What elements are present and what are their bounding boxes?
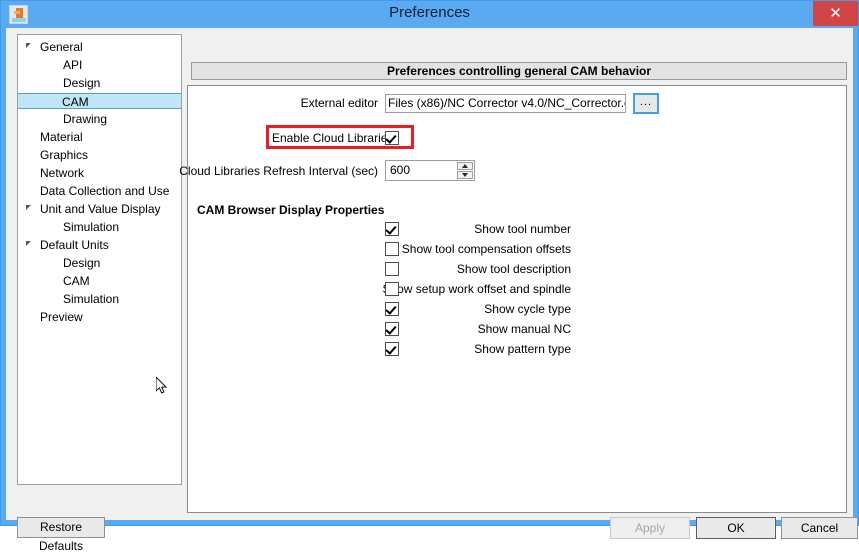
option-row[interactable]: Show pattern type [197, 342, 571, 358]
sidebar-item-label: Graphics [40, 148, 89, 162]
option-checkbox[interactable] [385, 262, 399, 276]
sidebar-item-label: Design [63, 76, 101, 90]
dialog-body: General API Design CAM Drawing Material Graphi… [6, 28, 858, 553]
option-row[interactable]: Show tool number [197, 222, 571, 238]
external-editor-label: External editor [300, 96, 378, 110]
sidebar-item-material[interactable]: Material [18, 129, 181, 145]
restore-defaults-button[interactable]: Restore Defaults [17, 517, 105, 553]
sidebar-item-simulation[interactable]: Simulation [18, 291, 181, 307]
sidebar-item-default-units[interactable]: Default Units [18, 237, 181, 253]
browse-button[interactable]: ... [633, 93, 659, 114]
sidebar-item-unit-and-value-display[interactable]: Unit and Value Display [18, 201, 181, 217]
option-label: Show pattern type [474, 342, 571, 356]
external-editor-row: External editor [197, 94, 378, 114]
sidebar-item-label: CAM [62, 95, 89, 109]
window-title: Preferences [389, 4, 470, 21]
option-label: Show cycle type [484, 302, 571, 316]
sidebar-item-label: Unit and Value Display [40, 202, 161, 216]
option-label: Show setup work offset and spindle [382, 282, 571, 296]
option-checkbox[interactable] [385, 282, 399, 296]
sidebar-item-network[interactable]: Network [18, 165, 181, 181]
option-checkbox[interactable] [385, 342, 399, 356]
option-row[interactable]: Show setup work offset and spindle [197, 282, 571, 298]
option-label: Show tool compensation offsets [401, 242, 571, 256]
sidebar-item-preview[interactable]: Preview [18, 309, 181, 325]
close-icon[interactable]: ✕ [813, 1, 858, 26]
content-header: Preferences controlling general CAM beha… [191, 62, 847, 80]
sidebar-item-label: Simulation [63, 292, 120, 306]
sidebar-item-label: Material [40, 130, 83, 144]
sidebar-item-label: API [63, 58, 83, 72]
option-row[interactable]: Show tool compensation offsets [197, 242, 571, 258]
option-label: Show manual NC [477, 322, 571, 336]
sidebar-item-graphics[interactable]: Graphics [18, 147, 181, 163]
tree-expand-arrow-icon[interactable] [26, 205, 31, 210]
option-row[interactable]: Show tool description [197, 262, 571, 278]
highlight-annotation [266, 125, 414, 149]
tree-expand-arrow-icon[interactable] [26, 241, 31, 246]
sidebar-item-label: Default Units [40, 238, 109, 252]
tree-expand-arrow-icon[interactable] [26, 43, 31, 48]
sidebar-item-label: Design [63, 256, 101, 270]
external-editor-input[interactable]: Files (x86)/NC Corrector v4.0/NC_Correct… [385, 94, 626, 113]
sidebar-item-simulation[interactable]: Simulation [18, 219, 181, 235]
sidebar-item-label: General [40, 40, 83, 54]
option-row[interactable]: Show manual NC [197, 322, 571, 338]
sidebar-item-design[interactable]: Design [18, 255, 181, 271]
ok-button[interactable]: OK [696, 517, 776, 539]
refresh-interval-value: 600 [390, 163, 411, 177]
chevron-down-icon[interactable] [457, 171, 473, 179]
sidebar-item-label: Network [40, 166, 85, 180]
apply-button[interactable]: Apply [610, 517, 690, 539]
sidebar-item-data-collection-and-use[interactable]: Data Collection and Use [18, 183, 181, 199]
chevron-up-icon[interactable] [457, 162, 473, 170]
sidebar-item-api[interactable]: API [18, 57, 181, 73]
preferences-tree[interactable]: General API Design CAM Drawing Material Graphi… [17, 34, 182, 485]
refresh-interval-label: Cloud Libraries Refresh Interval (sec) [179, 164, 378, 178]
sidebar-item-label: Drawing [63, 112, 108, 126]
preferences-window: Preferences ✕ General API Design CAM Drawing… [0, 0, 859, 553]
sidebar-item-design[interactable]: Design [18, 75, 181, 91]
sidebar-item-label: Preview [40, 310, 83, 324]
option-checkbox[interactable] [385, 242, 399, 256]
refresh-interval-stepper[interactable]: 600 [385, 160, 475, 181]
cancel-button[interactable]: Cancel [781, 517, 858, 539]
option-checkbox[interactable] [385, 302, 399, 316]
title-bar: Preferences ✕ [1, 1, 858, 28]
refresh-interval-row: Cloud Libraries Refresh Interval (sec) [179, 162, 378, 182]
content-panel [187, 85, 847, 513]
option-label: Show tool number [474, 222, 571, 236]
sidebar-item-general[interactable]: General [18, 39, 181, 55]
sidebar-item-label: CAM [63, 274, 90, 288]
option-row[interactable]: Show cycle type [197, 302, 571, 318]
option-checkbox[interactable] [385, 222, 399, 236]
sidebar-item-cam[interactable]: CAM [18, 273, 181, 289]
sidebar-item-label: Simulation [63, 220, 120, 234]
sidebar-item-drawing[interactable]: Drawing [18, 111, 181, 127]
option-checkbox[interactable] [385, 322, 399, 336]
sidebar-item-cam[interactable]: CAM [18, 93, 181, 109]
browser-group-title: CAM Browser Display Properties [197, 203, 385, 217]
option-label: Show tool description [456, 262, 571, 276]
sidebar-item-label: Data Collection and Use [40, 184, 170, 198]
